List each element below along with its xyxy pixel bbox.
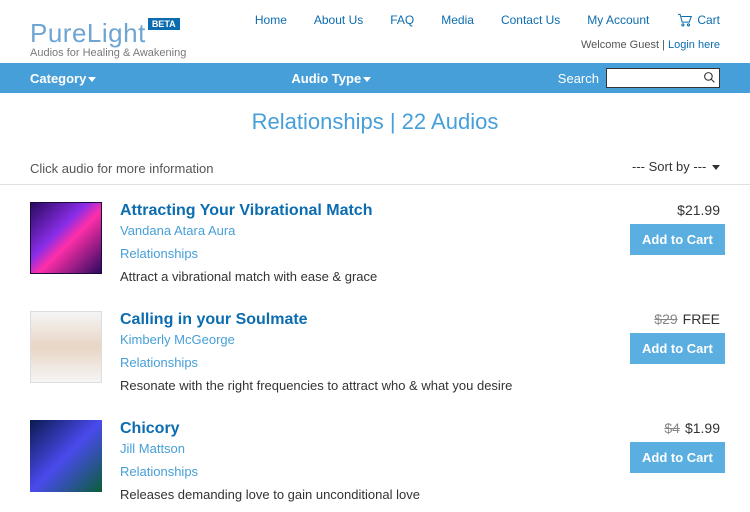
item-details: Chicory Jill Mattson Relationships Relea… [120, 420, 612, 502]
info-row: Click audio for more information --- Sor… [0, 159, 750, 185]
nav-faq[interactable]: FAQ [390, 13, 414, 27]
price: $29 FREE [630, 311, 720, 327]
page-title: Relationships | 22 Audios [0, 93, 750, 159]
list-item: Calling in your Soulmate Kimberly McGeor… [30, 294, 720, 403]
current-price: $1.99 [685, 420, 720, 436]
search-icon [703, 71, 716, 84]
price-column: $4$1.99 Add to Cart [630, 420, 720, 473]
price: $4 $1.99 [630, 420, 720, 436]
add-to-cart-button[interactable]: Add to Cart [630, 442, 725, 473]
nav-contact[interactable]: Contact Us [501, 13, 560, 27]
search-label: Search [558, 71, 599, 86]
search-box [606, 68, 720, 88]
nav-account[interactable]: My Account [587, 13, 649, 27]
nav-media[interactable]: Media [441, 13, 474, 27]
chevron-down-icon [363, 77, 371, 82]
audio-category[interactable]: Relationships [120, 464, 612, 479]
beta-badge: BETA [148, 18, 180, 30]
item-details: Calling in your Soulmate Kimberly McGeor… [120, 311, 612, 393]
nav-about[interactable]: About Us [314, 13, 363, 27]
audio-author[interactable]: Jill Mattson [120, 441, 612, 456]
audio-title[interactable]: Calling in your Soulmate [120, 311, 612, 329]
audio-title[interactable]: Chicory [120, 420, 612, 438]
add-to-cart-button[interactable]: Add to Cart [630, 333, 725, 364]
audio-title[interactable]: Attracting Your Vibrational Match [120, 202, 612, 220]
add-to-cart-button[interactable]: Add to Cart [630, 224, 725, 255]
header: PureLightBETA Audios for Healing & Awake… [0, 0, 750, 63]
audio-description: Resonate with the right frequencies to a… [120, 378, 612, 393]
welcome-greeting: Welcome Guest | [581, 39, 668, 51]
audiotype-dropdown[interactable]: Audio Type [291, 71, 371, 86]
chevron-down-icon [88, 77, 96, 82]
brand-name: PureLight [30, 18, 146, 48]
top-nav: Home About Us FAQ Media Contact Us My Ac… [255, 13, 720, 27]
audio-category[interactable]: Relationships [120, 355, 612, 370]
login-link[interactable]: Login here [668, 39, 720, 51]
price-column: $29FREE Add to Cart [630, 311, 720, 364]
strike-price: $4 [664, 420, 680, 436]
current-price: FREE [683, 311, 720, 327]
audio-description: Attract a vibrational match with ease & … [120, 269, 612, 284]
audio-thumbnail[interactable] [30, 311, 102, 383]
chevron-down-icon [712, 165, 720, 170]
filter-bar: Category Audio Type Search [0, 63, 750, 93]
audio-thumbnail[interactable] [30, 420, 102, 492]
price-column: $21.99 Add to Cart [630, 202, 720, 255]
item-details: Attracting Your Vibrational Match Vandan… [120, 202, 612, 284]
tagline: Audios for Healing & Awakening [30, 47, 186, 59]
hint-text: Click audio for more information [30, 161, 214, 176]
list-item: Chicory Jill Mattson Relationships Relea… [30, 403, 720, 512]
nav-cart[interactable]: Cart [676, 13, 720, 27]
cart-icon [676, 13, 694, 27]
strike-price: $29 [654, 311, 677, 327]
audio-category[interactable]: Relationships [120, 246, 612, 261]
audio-thumbnail[interactable] [30, 202, 102, 274]
category-dropdown[interactable]: Category [30, 71, 96, 86]
audio-author[interactable]: Kimberly McGeorge [120, 332, 612, 347]
cart-label: Cart [697, 13, 720, 27]
logo[interactable]: PureLightBETA Audios for Healing & Awake… [30, 8, 186, 59]
price: $21.99 [630, 202, 720, 218]
audio-author[interactable]: Vandana Atara Aura [120, 223, 612, 238]
welcome-line: Welcome Guest | Login here [255, 39, 720, 51]
listing: Attracting Your Vibrational Match Vandan… [0, 185, 750, 512]
nav-home[interactable]: Home [255, 13, 287, 27]
sort-dropdown[interactable]: --- Sort by --- [632, 159, 720, 178]
list-item: Attracting Your Vibrational Match Vandan… [30, 185, 720, 294]
header-right: Home About Us FAQ Media Contact Us My Ac… [255, 8, 720, 51]
